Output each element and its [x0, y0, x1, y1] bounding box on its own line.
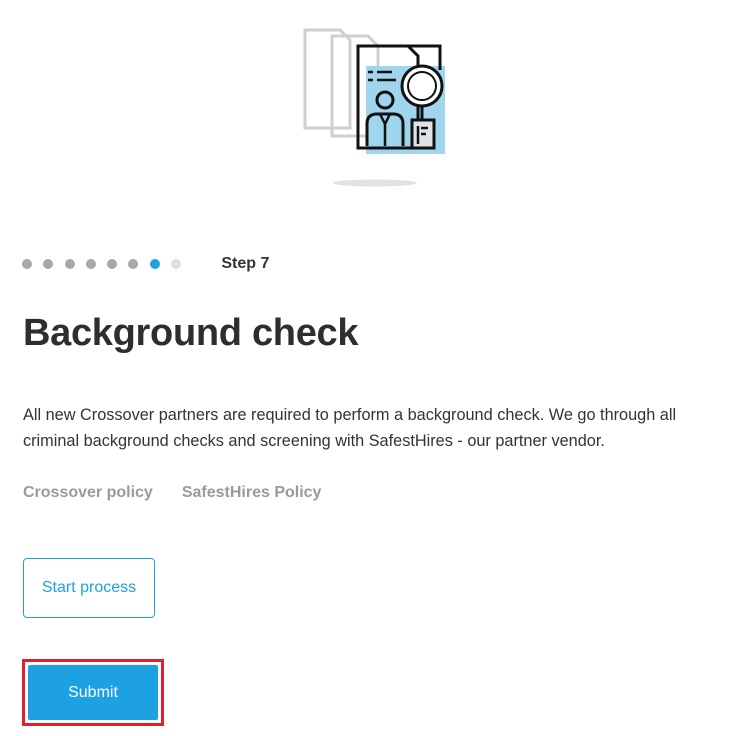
step-dots: [22, 259, 192, 269]
step-dot-8: [171, 259, 182, 269]
page-description: All new Crossover partners are required …: [23, 406, 677, 450]
background-check-icon: [303, 28, 445, 187]
step-dot-4: [85, 259, 96, 269]
page-title: Background check: [23, 312, 359, 354]
step-dot-7-current: [149, 259, 160, 269]
step-dot-2: [43, 259, 54, 269]
policy-links: Crossover policy SafestHires Policy: [23, 484, 321, 502]
ghost-page-back: [303, 28, 352, 130]
step-dot-3: [64, 259, 75, 269]
step-dot-5: [107, 259, 118, 269]
progress-stepper: Step 7: [22, 252, 269, 276]
start-process-button[interactable]: Start process: [23, 558, 155, 618]
step-dot-1: [22, 259, 32, 269]
crossover-policy-link[interactable]: Crossover policy: [23, 484, 153, 502]
step-label: Step 7: [221, 255, 270, 272]
safesthires-policy-link[interactable]: SafestHires Policy: [182, 484, 322, 502]
illustration-shadow: [333, 179, 417, 187]
step-dot-6: [128, 259, 139, 269]
background-check-illustration: [300, 20, 460, 190]
submit-button[interactable]: Submit: [28, 665, 158, 720]
